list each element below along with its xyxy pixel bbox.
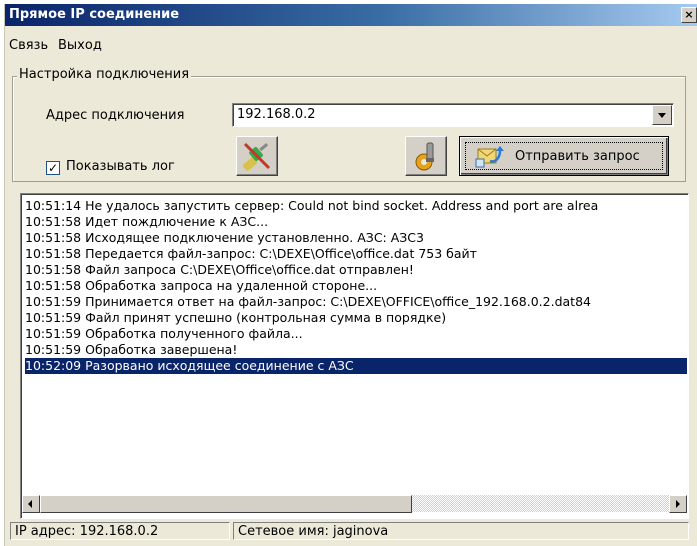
log-line[interactable]: 10:51:58 Идет пождлючение к АЗС... (25, 214, 687, 230)
log-line[interactable]: 10:51:59 Принимается ответ на файл-запро… (25, 294, 687, 310)
log-listbox[interactable]: 10:51:14 Не удалось запустить сервер: Co… (20, 193, 689, 519)
title-bar[interactable]: Прямое IP соединение × (5, 4, 697, 26)
log-lines: 10:51:14 Не удалось запустить сервер: Co… (25, 198, 687, 374)
log-line[interactable]: 10:51:58 Обработка запроса на удаленной … (25, 278, 687, 294)
status-hostname: Сетевое имя: jaginova (233, 522, 689, 540)
scroll-right-button[interactable] (669, 495, 687, 513)
scroll-left-button[interactable] (22, 495, 40, 513)
status-ip: IP адрес: 192.168.0.2 (10, 522, 230, 540)
scroll-thumb[interactable] (40, 495, 412, 513)
show-log-checkbox[interactable]: ✓ (46, 161, 60, 175)
show-log-label[interactable]: Показывать лог (66, 159, 175, 174)
log-line[interactable]: 10:51:14 Не удалось запустить сервер: Co… (25, 198, 687, 214)
log-line[interactable]: 10:51:58 Файл запроса C:\DEXE\Office\off… (25, 262, 687, 278)
unplug-icon (242, 142, 271, 171)
send-request-icon (475, 146, 504, 168)
send-request-button[interactable]: Отправить запрос (459, 136, 669, 176)
window-title: Прямое IP соединение (9, 7, 180, 22)
horizontal-scrollbar[interactable] (22, 495, 687, 513)
log-line[interactable]: 10:51:58 Исходящее подключение установле… (25, 230, 687, 246)
address-combobox[interactable]: 192.168.0.2 (232, 103, 674, 127)
status-bar: IP адрес: 192.168.0.2 Сетевое имя: jagin… (0, 521, 693, 542)
disconnect-button[interactable] (236, 136, 278, 176)
group-title: Настройка подключения (17, 67, 192, 82)
settings-gear-icon (415, 142, 434, 171)
log-line[interactable]: 10:51:59 Обработка завершена! (25, 342, 687, 358)
close-button[interactable]: × (681, 7, 697, 23)
settings-button[interactable] (405, 136, 447, 176)
address-value[interactable]: 192.168.0.2 (237, 107, 316, 122)
log-line[interactable]: 10:51:58 Передается файл-запрос: C:\DEXE… (25, 246, 687, 262)
menu-item-connection[interactable]: Связь (9, 38, 48, 53)
log-line[interactable]: 10:52:09 Разорвано исходящее соединение … (25, 358, 687, 374)
address-label: Адрес подключения (46, 108, 185, 123)
menu-bar: Связь Выход (5, 38, 697, 58)
dropdown-arrow-button[interactable] (652, 105, 672, 125)
log-line[interactable]: 10:51:59 Обработка полученного файла... (25, 326, 687, 342)
menu-item-exit[interactable]: Выход (58, 38, 102, 53)
log-line[interactable]: 10:51:59 Файл принят успешно (контрольна… (25, 310, 687, 326)
send-request-label: Отправить запрос (515, 149, 640, 164)
